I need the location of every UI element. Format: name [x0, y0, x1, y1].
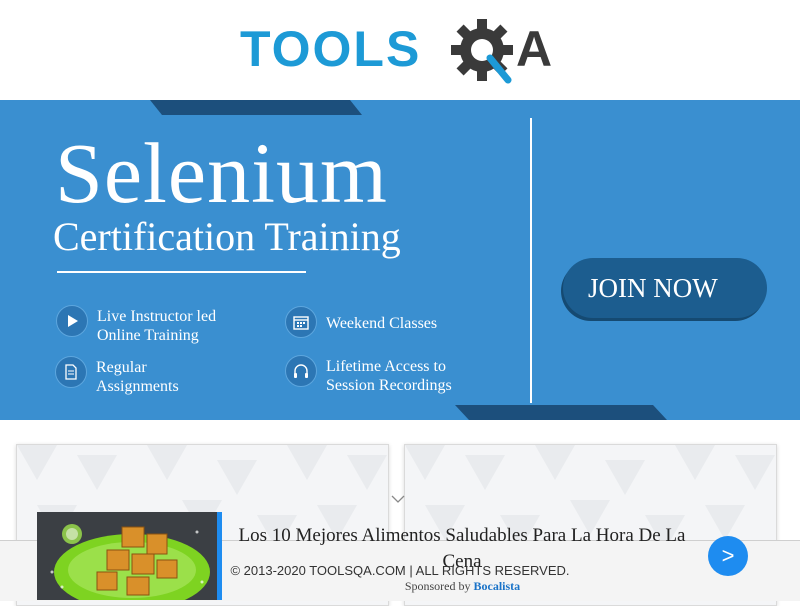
logo-text-tools: TOOLS: [240, 21, 421, 77]
banner-divider: [530, 118, 532, 403]
copyright-text: © 2013-2020 TOOLSQA.COM | ALL RIGHTS RES…: [230, 563, 570, 578]
feature-label: Online Training: [97, 327, 199, 344]
ad-next-button[interactable]: >: [708, 536, 748, 576]
feature-weekend-classes: Weekend Classes: [285, 306, 437, 338]
feature-label: Regular: [96, 359, 147, 376]
feature-label: Lifetime Access to: [326, 358, 446, 375]
calendar-icon: [285, 306, 317, 338]
sponsored-prefix: Sponsored by: [404, 579, 471, 593]
selenium-training-banner[interactable]: Selenium Certification Training Live Ins…: [0, 100, 800, 420]
feature-regular-assignments: Regular Assignments: [55, 356, 179, 396]
logo-text-a: A: [516, 21, 552, 77]
sponsor-link[interactable]: Bocalista: [474, 579, 521, 593]
site-header: TOOLS A: [0, 0, 800, 100]
chevron-down-icon[interactable]: [391, 494, 405, 504]
banner-subtitle: Certification Training: [53, 214, 401, 259]
play-icon: [56, 305, 88, 337]
document-icon: [55, 356, 87, 388]
toolsqa-logo[interactable]: TOOLS A: [240, 14, 565, 94]
decorative-stripe-top: [150, 100, 362, 115]
feature-label: Assignments: [96, 378, 179, 395]
feature-lifetime-access: Lifetime Access to Session Recordings: [285, 355, 452, 395]
headphones-icon: [285, 355, 317, 387]
feature-label: Session Recordings: [326, 377, 452, 394]
join-now-button[interactable]: JOIN NOW: [563, 258, 767, 318]
feature-label: Weekend Classes: [326, 315, 438, 332]
sponsored-by: Sponsored by Bocalista: [0, 579, 800, 594]
decorative-stripe-bottom: [455, 405, 667, 420]
title-underline: [57, 271, 306, 273]
gear-icon: [451, 19, 513, 84]
feature-label: Live Instructor led: [97, 308, 217, 325]
feature-live-instructor: Live Instructor led Online Training: [56, 305, 216, 345]
banner-title: Selenium: [55, 125, 388, 221]
